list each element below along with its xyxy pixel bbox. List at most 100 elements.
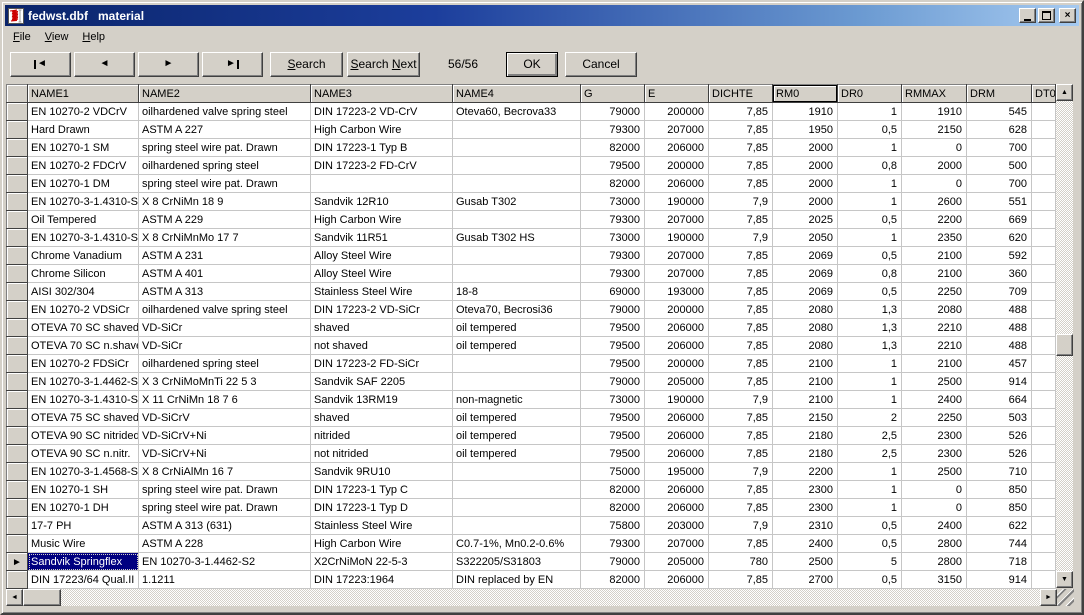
- row-marker[interactable]: [7, 193, 28, 211]
- cell-DRM[interactable]: 500: [967, 157, 1032, 175]
- cell-NAME1[interactable]: EN 10270-2 FDSiCr: [28, 355, 139, 373]
- cell-E[interactable]: 207000: [645, 247, 709, 265]
- cell-RM0[interactable]: 2000: [773, 193, 838, 211]
- cell-E[interactable]: 207000: [645, 211, 709, 229]
- cell-NAME2[interactable]: X 3 CrNiMoMnTi 22 5 3: [139, 373, 311, 391]
- row-marker[interactable]: [7, 319, 28, 337]
- cell-NAME1[interactable]: Hard Drawn: [28, 121, 139, 139]
- row-marker[interactable]: ►: [7, 553, 28, 571]
- cell-DT0[interactable]: [1032, 445, 1056, 463]
- cell-NAME2[interactable]: spring steel wire pat. Drawn: [139, 175, 311, 193]
- cell-RM0[interactable]: 2100: [773, 355, 838, 373]
- cell-G[interactable]: 75000: [581, 463, 645, 481]
- cell-DICHTE[interactable]: 7,85: [709, 499, 773, 517]
- cell-NAME4[interactable]: [453, 121, 581, 139]
- cell-NAME1[interactable]: EN 10270-3-1.4310-S2: [28, 229, 139, 247]
- cell-DRM[interactable]: 488: [967, 301, 1032, 319]
- cell-NAME4[interactable]: [453, 373, 581, 391]
- cell-DICHTE[interactable]: 7,85: [709, 355, 773, 373]
- next-record-button[interactable]: ►: [138, 52, 199, 77]
- maximize-button[interactable]: [1038, 8, 1055, 23]
- cell-DR0[interactable]: 0,8: [838, 265, 902, 283]
- cell-DR0[interactable]: 0,5: [838, 283, 902, 301]
- cell-E[interactable]: 206000: [645, 445, 709, 463]
- cell-RM0[interactable]: 2300: [773, 481, 838, 499]
- cell-NAME3[interactable]: nitrided: [311, 427, 453, 445]
- cell-DRM[interactable]: 488: [967, 319, 1032, 337]
- cell-NAME4[interactable]: [453, 517, 581, 535]
- cell-E[interactable]: 206000: [645, 427, 709, 445]
- cell-DR0[interactable]: 0,5: [838, 517, 902, 535]
- cell-DR0[interactable]: 0,5: [838, 247, 902, 265]
- row-marker[interactable]: [7, 373, 28, 391]
- cell-NAME1[interactable]: EN 10270-1 DH: [28, 499, 139, 517]
- cell-RMMAX[interactable]: 2080: [902, 301, 967, 319]
- cell-RMMAX[interactable]: 2210: [902, 319, 967, 337]
- cell-DRM[interactable]: 526: [967, 445, 1032, 463]
- cell-NAME2[interactable]: VD-SiCrV+Ni: [139, 427, 311, 445]
- vertical-scroll-thumb[interactable]: [1056, 334, 1073, 356]
- cell-RMMAX[interactable]: 2210: [902, 337, 967, 355]
- cell-DICHTE[interactable]: 7,85: [709, 157, 773, 175]
- cell-RMMAX[interactable]: 2400: [902, 517, 967, 535]
- cell-NAME4[interactable]: C0.7-1%, Mn0.2-0.6%: [453, 535, 581, 553]
- cell-NAME1[interactable]: EN 10270-1 DM: [28, 175, 139, 193]
- cell-DR0[interactable]: 1: [838, 463, 902, 481]
- cell-NAME1[interactable]: Chrome Vanadium: [28, 247, 139, 265]
- cell-G[interactable]: 79300: [581, 535, 645, 553]
- cell-NAME2[interactable]: X 8 CrNiAlMn 16 7: [139, 463, 311, 481]
- cell-E[interactable]: 190000: [645, 229, 709, 247]
- cell-E[interactable]: 206000: [645, 571, 709, 589]
- cell-E[interactable]: 200000: [645, 301, 709, 319]
- cell-DR0[interactable]: 1: [838, 391, 902, 409]
- horizontal-scroll-track[interactable]: [23, 589, 1040, 606]
- cell-DRM[interactable]: 526: [967, 427, 1032, 445]
- row-marker[interactable]: [7, 211, 28, 229]
- cell-E[interactable]: 206000: [645, 139, 709, 157]
- column-header-NAME4[interactable]: NAME4: [453, 85, 581, 103]
- cell-NAME2[interactable]: VD-SiCr: [139, 337, 311, 355]
- cell-RM0[interactable]: 2069: [773, 265, 838, 283]
- cell-G[interactable]: 82000: [581, 499, 645, 517]
- cell-DRM[interactable]: 545: [967, 103, 1032, 121]
- cell-DT0[interactable]: [1032, 121, 1056, 139]
- cell-DICHTE[interactable]: 7,85: [709, 175, 773, 193]
- row-marker[interactable]: [7, 571, 28, 589]
- cell-NAME1[interactable]: DIN 17223/64 Qual.II: [28, 571, 139, 589]
- cell-NAME4[interactable]: [453, 463, 581, 481]
- cell-RMMAX[interactable]: 2800: [902, 553, 967, 571]
- cell-RMMAX[interactable]: 2150: [902, 121, 967, 139]
- cell-DRM[interactable]: 592: [967, 247, 1032, 265]
- cell-DT0[interactable]: [1032, 373, 1056, 391]
- column-header-DICHTE[interactable]: DICHTE: [709, 85, 773, 103]
- cell-DR0[interactable]: 2,5: [838, 445, 902, 463]
- cancel-button[interactable]: Cancel: [565, 52, 637, 77]
- cell-NAME3[interactable]: Stainless Steel Wire: [311, 283, 453, 301]
- row-marker[interactable]: [7, 391, 28, 409]
- cell-RM0[interactable]: 1950: [773, 121, 838, 139]
- row-marker[interactable]: [7, 517, 28, 535]
- cell-NAME3[interactable]: DIN 17223-1 Typ B: [311, 139, 453, 157]
- cell-DT0[interactable]: [1032, 301, 1056, 319]
- cell-NAME1[interactable]: Oil Tempered: [28, 211, 139, 229]
- cell-NAME2[interactable]: ASTM A 313 (631): [139, 517, 311, 535]
- cell-RMMAX[interactable]: 2000: [902, 157, 967, 175]
- close-button[interactable]: ×: [1059, 8, 1076, 23]
- cell-G[interactable]: 79500: [581, 355, 645, 373]
- cell-DICHTE[interactable]: 7,9: [709, 229, 773, 247]
- cell-G[interactable]: 79500: [581, 319, 645, 337]
- cell-DT0[interactable]: [1032, 103, 1056, 121]
- cell-DRM[interactable]: 628: [967, 121, 1032, 139]
- row-marker[interactable]: [7, 265, 28, 283]
- cell-NAME4[interactable]: oil tempered: [453, 337, 581, 355]
- cell-DT0[interactable]: [1032, 517, 1056, 535]
- search-button[interactable]: Search: [270, 52, 343, 77]
- cell-G[interactable]: 82000: [581, 571, 645, 589]
- cell-NAME2[interactable]: X 8 CrNiMn 18 9: [139, 193, 311, 211]
- cell-NAME3[interactable]: DIN 17223-2 FD-SiCr: [311, 355, 453, 373]
- cell-NAME2[interactable]: oilhardened spring steel: [139, 157, 311, 175]
- cell-E[interactable]: 207000: [645, 265, 709, 283]
- column-header-NAME1[interactable]: NAME1: [28, 85, 139, 103]
- cell-E[interactable]: 206000: [645, 175, 709, 193]
- cell-NAME1[interactable]: OTEVA 90 SC nitrided: [28, 427, 139, 445]
